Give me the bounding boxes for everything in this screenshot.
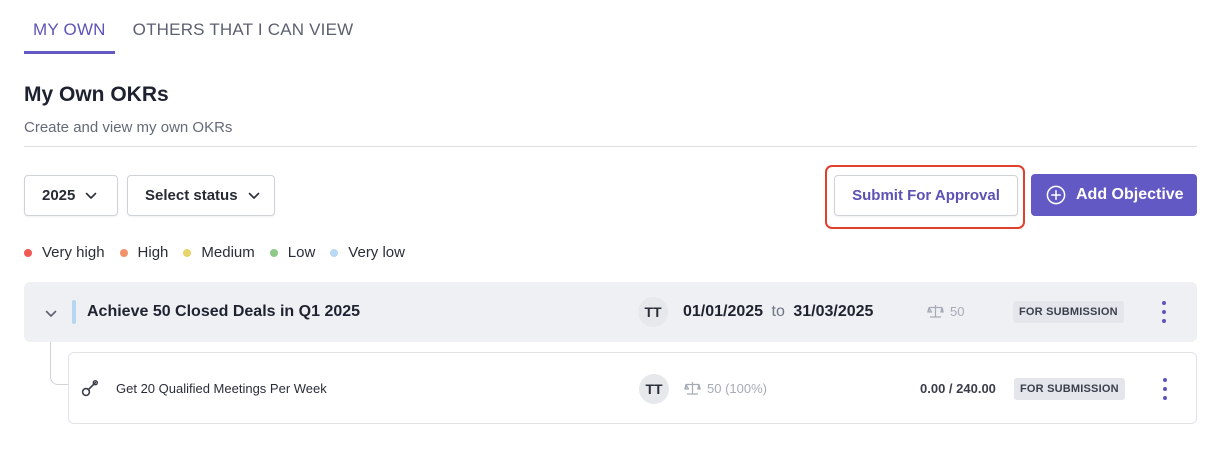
start-date: 01/01/2025 — [683, 303, 764, 320]
objective-row[interactable]: Achieve 50 Closed Deals in Q1 2025 TT 01… — [24, 282, 1197, 342]
chevron-down-icon — [85, 192, 97, 200]
key-result-title[interactable]: Get 20 Qualified Meetings Per Week — [116, 381, 327, 396]
weight-value: 50 — [950, 304, 965, 319]
year-dropdown[interactable]: 2025 — [24, 175, 118, 216]
tab-my-own[interactable]: MY OWN — [24, 0, 115, 54]
add-objective-button[interactable]: Add Objective — [1031, 174, 1197, 216]
legend-dot — [269, 248, 278, 257]
key-result-row[interactable]: Get 20 Qualified Meetings Per Week TT 50… — [68, 352, 1197, 424]
status-dropdown-value: Select status — [145, 187, 238, 204]
end-date: 31/03/2025 — [793, 303, 874, 320]
status-badge: FOR SUBMISSION — [1014, 378, 1125, 400]
objective-dates: 01/01/2025 to 31/03/2025 — [683, 303, 873, 321]
priority-legend: Very high High Medium Low Very low — [24, 244, 420, 261]
tab-others-that-i-can-view[interactable]: OTHERS THAT I CAN VIEW — [133, 0, 354, 54]
weight-value: 50 (100%) — [707, 381, 767, 396]
legend-label: Very high — [42, 244, 105, 261]
chevron-down-icon — [248, 192, 260, 200]
more-options-icon[interactable] — [1159, 378, 1171, 400]
legend-label: Very low — [348, 244, 405, 261]
header-divider — [24, 146, 1197, 147]
owner-avatar: TT — [639, 374, 669, 404]
objective-weight: 50 — [927, 304, 964, 319]
legend-item-very-low: Very low — [330, 244, 405, 261]
tab-bar: MY OWN OTHERS THAT I CAN VIEW — [24, 0, 371, 54]
legend-label: Medium — [201, 244, 255, 261]
priority-bar — [72, 300, 76, 324]
legend-label: High — [137, 244, 169, 261]
page-subtitle: Create and view my own OKRs — [24, 119, 233, 136]
tree-connector — [50, 342, 68, 385]
status-dropdown[interactable]: Select status — [127, 175, 275, 216]
plus-circle-icon — [1046, 185, 1066, 205]
submit-for-approval-button[interactable]: Submit For Approval — [834, 175, 1018, 216]
key-result-icon — [81, 379, 99, 402]
legend-item-high: High — [119, 244, 169, 261]
legend-item-low: Low — [269, 244, 316, 261]
legend-dot — [24, 248, 32, 257]
add-objective-label: Add Objective — [1076, 186, 1184, 203]
page-title: My Own OKRs — [24, 83, 169, 106]
key-result-progress: 0.00 / 240.00 — [920, 381, 996, 396]
key-result-weight: 50 (100%) — [684, 381, 767, 396]
legend-dot — [119, 248, 128, 257]
legend-dot — [330, 248, 339, 257]
legend-label: Low — [287, 244, 316, 261]
year-dropdown-value: 2025 — [42, 187, 76, 204]
collapse-chevron-icon[interactable] — [45, 305, 57, 323]
legend-item-medium: Medium — [183, 244, 255, 261]
more-options-icon[interactable] — [1158, 301, 1170, 323]
objective-title[interactable]: Achieve 50 Closed Deals in Q1 2025 — [87, 303, 360, 321]
legend-item-very-high: Very high — [24, 244, 105, 261]
date-separator: to — [771, 303, 785, 320]
submit-for-approval-label: Submit For Approval — [852, 187, 1000, 204]
scale-icon — [684, 382, 701, 395]
owner-avatar: TT — [638, 297, 668, 327]
legend-dot — [183, 248, 192, 257]
scale-icon — [927, 305, 944, 318]
status-badge: FOR SUBMISSION — [1013, 301, 1124, 323]
